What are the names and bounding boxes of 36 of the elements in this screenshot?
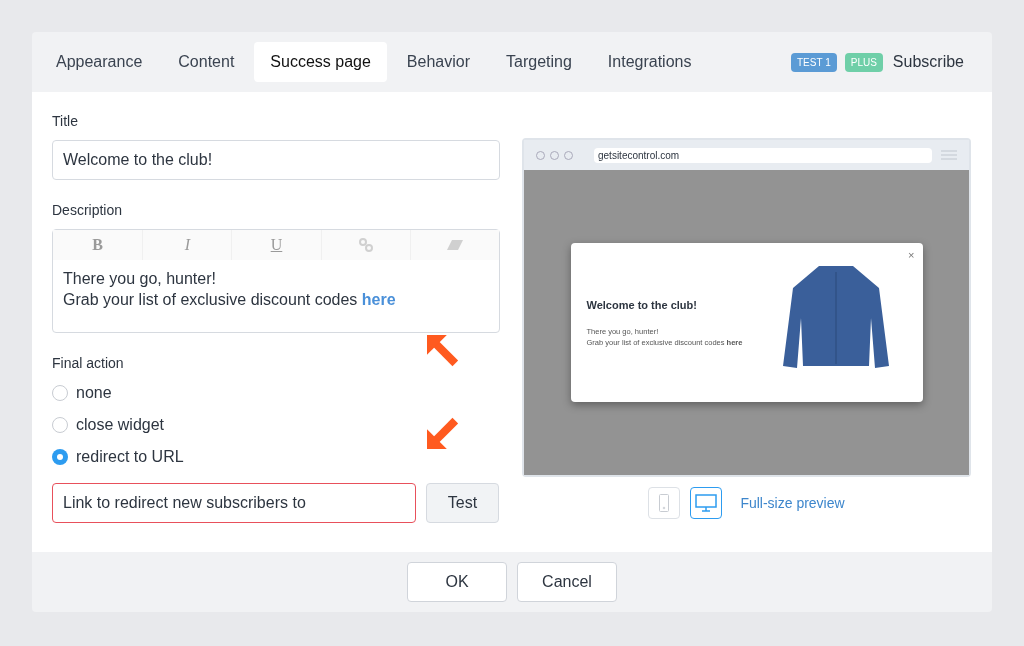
eraser-icon[interactable] [446,240,463,250]
phone-icon [659,494,670,512]
field-label: Final action [52,354,125,372]
tab[interactable]: Targeting [490,42,588,82]
radio-label: close widget [76,415,165,435]
widget-type-label: Subscribe [892,52,964,72]
field-label: Description [52,201,124,219]
radio-label: redirect to URL [76,447,184,467]
field-label: Title [52,112,79,130]
dialog-button[interactable]: OK [407,562,507,602]
monitor-icon [695,494,718,512]
popup-title: Welcome to the club! [586,298,698,313]
radio-button[interactable] [52,417,68,433]
tab[interactable]: Success page [254,42,387,82]
link-icon[interactable] [358,238,373,252]
tab[interactable]: Integrations [591,42,708,82]
plan-badge: TEST 1 [791,52,837,72]
full-size-preview-link[interactable]: Full-size preview [740,492,845,514]
close-icon: × [908,247,915,264]
title-input-field[interactable]: Welcome to the club! [52,140,500,180]
description-text: Grab your list of exclusive discount codes here [63,290,397,310]
description-text: There you go, hunter! [63,269,217,289]
radio-button[interactable] [52,449,68,465]
url-input-field[interactable]: Link to redirect new subscribers to [52,483,416,523]
tab[interactable]: Behavior [390,42,486,82]
mobile-preview-button[interactable] [648,487,681,519]
address-bar: getsitecontrol.com [594,147,932,163]
test-button[interactable]: Test [426,483,499,523]
plan-badge: PLUS [844,52,883,72]
tab[interactable]: Appearance [40,42,159,82]
tab[interactable]: Content [162,42,251,82]
radio-label: none [76,383,112,403]
radio-button[interactable] [52,385,68,401]
description-editor[interactable]: B I U There you go, hunter! Grab your list of exclusive discount codes here [52,229,500,333]
dialog-button[interactable]: Cancel [517,562,617,602]
desktop-preview-button[interactable] [690,487,723,519]
